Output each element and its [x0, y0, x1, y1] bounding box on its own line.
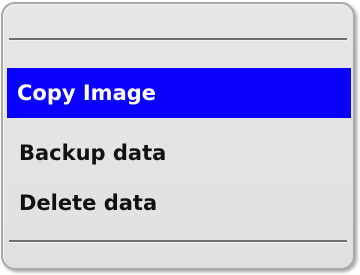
context-menu: Copy Image Backup data Delete data — [1, 2, 355, 270]
menu-bottom-divider — [9, 240, 347, 243]
menu-item-delete-data[interactable]: Delete data — [9, 178, 347, 228]
menu-item-backup-data[interactable]: Backup data — [9, 128, 347, 178]
menu-top-divider — [9, 38, 347, 41]
menu-item-copy-image[interactable]: Copy Image — [7, 68, 351, 118]
